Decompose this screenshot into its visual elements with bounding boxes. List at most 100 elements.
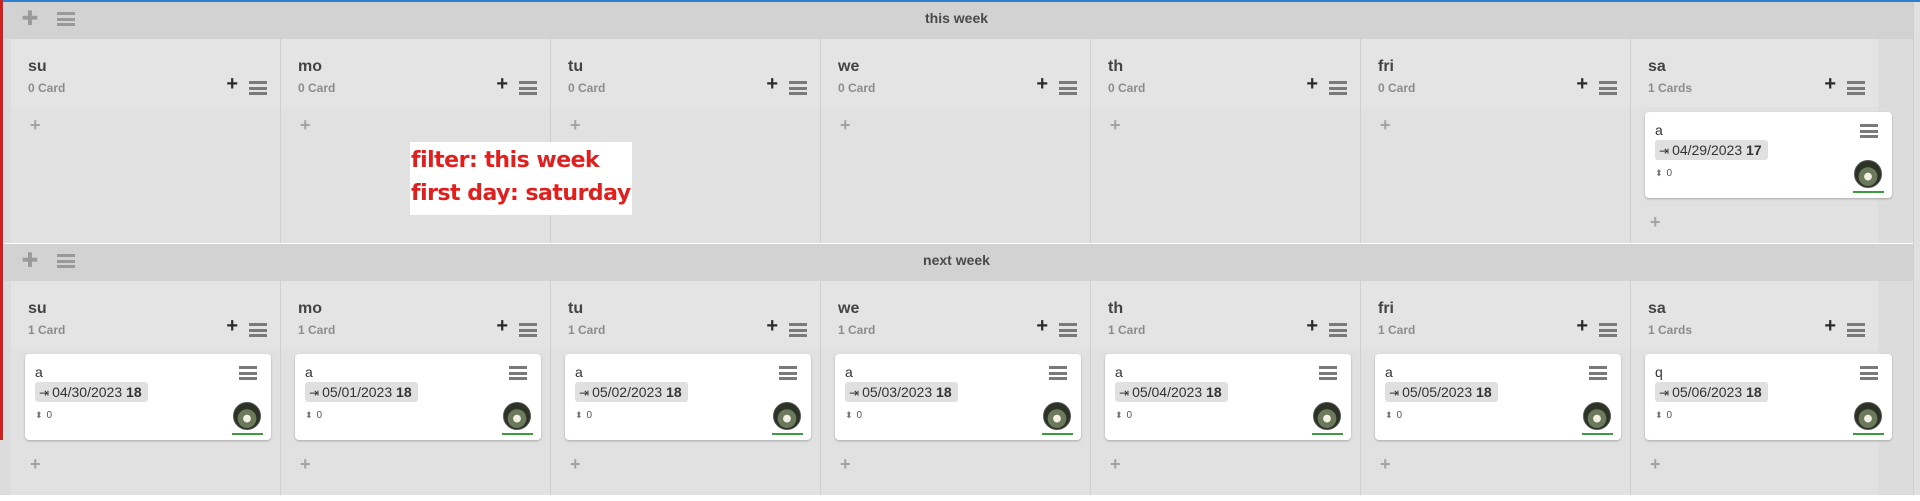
avatar[interactable] xyxy=(503,402,531,430)
list-th: th 0 Card + + xyxy=(1091,39,1361,243)
plus-icon[interactable]: + xyxy=(840,455,851,473)
list-header[interactable]: sa 1 Cards + xyxy=(1631,39,1878,107)
avatar[interactable] xyxy=(1854,160,1882,188)
plus-icon[interactable]: + xyxy=(1036,316,1048,336)
list-header[interactable]: th 0 Card + xyxy=(1091,39,1360,107)
minicard[interactable]: a ⇥ 05/03/2023 18 ⬍ 0 xyxy=(835,354,1081,440)
due-date-badge[interactable]: ⇥ 04/29/2023 17 xyxy=(1655,140,1768,160)
hamburger-icon[interactable] xyxy=(1059,81,1077,95)
list-header[interactable]: mo 0 Card + xyxy=(281,39,550,107)
hamburger-icon[interactable] xyxy=(249,81,267,95)
hamburger-icon[interactable] xyxy=(519,81,537,95)
plus-icon[interactable]: + xyxy=(30,455,41,473)
list-header[interactable]: fri 0 Card + xyxy=(1361,39,1630,107)
due-date-badge[interactable]: ⇥ 05/01/2023 18 xyxy=(305,382,418,402)
hamburger-icon[interactable] xyxy=(1599,81,1617,95)
plus-icon[interactable]: + xyxy=(496,316,508,336)
plus-icon[interactable]: + xyxy=(30,116,41,134)
avatar[interactable] xyxy=(773,402,801,430)
plus-icon[interactable]: + xyxy=(1824,74,1836,94)
hamburger-icon[interactable] xyxy=(789,81,807,95)
list-title: mo xyxy=(298,58,322,75)
hamburger-icon[interactable] xyxy=(239,366,257,380)
selection-left-border xyxy=(0,0,3,440)
hamburger-icon[interactable] xyxy=(1589,366,1607,380)
plus-icon[interactable]: + xyxy=(766,74,778,94)
plus-icon[interactable]: + xyxy=(766,316,778,336)
list-su: su 0 Card + + xyxy=(11,39,281,243)
hamburger-icon[interactable] xyxy=(1847,323,1865,337)
plus-icon[interactable]: + xyxy=(1306,74,1318,94)
minicard[interactable]: q ⇥ 05/06/2023 18 ⬍ 0 xyxy=(1645,354,1892,440)
minicard[interactable]: a ⇥ 04/29/2023 17 ⬍ 0 xyxy=(1645,112,1892,198)
minicard[interactable]: a ⇥ 05/02/2023 18 ⬍ 0 xyxy=(565,354,811,440)
hamburger-icon[interactable] xyxy=(789,323,807,337)
plus-icon[interactable]: + xyxy=(1110,455,1121,473)
list-header[interactable]: su 0 Card + xyxy=(11,39,280,107)
sort-icon: ⬍ xyxy=(305,410,313,421)
plus-icon[interactable]: + xyxy=(1576,74,1588,94)
plus-icon[interactable]: + xyxy=(226,74,238,94)
hamburger-icon[interactable] xyxy=(1059,323,1077,337)
avatar[interactable] xyxy=(233,402,261,430)
list-header[interactable]: su 1 Card + xyxy=(11,281,280,349)
plus-icon[interactable]: + xyxy=(1110,116,1121,134)
due-date: 05/03/2023 xyxy=(862,384,933,400)
hamburger-icon[interactable] xyxy=(1319,366,1337,380)
due-date-badge[interactable]: ⇥ 05/02/2023 18 xyxy=(575,382,688,402)
scrollbar[interactable] xyxy=(1913,2,1920,495)
hamburger-icon[interactable] xyxy=(1847,81,1865,95)
hamburger-icon[interactable] xyxy=(1329,323,1347,337)
plus-icon[interactable]: + xyxy=(1650,213,1661,231)
plus-icon[interactable]: + xyxy=(840,116,851,134)
list-header[interactable]: tu 0 Card + xyxy=(551,39,820,107)
hamburger-icon[interactable] xyxy=(1860,124,1878,138)
card-count: 1 Cards xyxy=(1648,81,1693,95)
plus-icon[interactable]: + xyxy=(300,116,311,134)
due-date-badge[interactable]: ⇥ 05/04/2023 18 xyxy=(1115,382,1228,402)
due-date-badge[interactable]: ⇥ 05/05/2023 18 xyxy=(1385,382,1498,402)
list-header[interactable]: fri 1 Card + xyxy=(1361,281,1630,349)
vote-count: ⬍ 0 xyxy=(1655,410,1672,421)
plus-icon[interactable]: + xyxy=(570,116,581,134)
list-header[interactable]: th 1 Card + xyxy=(1091,281,1360,349)
hamburger-icon[interactable] xyxy=(1599,323,1617,337)
hamburger-icon[interactable] xyxy=(1049,366,1067,380)
list-title: sa xyxy=(1648,300,1666,317)
minicard[interactable]: a ⇥ 04/30/2023 18 ⬍ 0 xyxy=(25,354,271,440)
avatar[interactable] xyxy=(1313,402,1341,430)
avatar[interactable] xyxy=(1043,402,1071,430)
list-header[interactable]: we 1 Card + xyxy=(821,281,1090,349)
due-date-badge[interactable]: ⇥ 05/06/2023 18 xyxy=(1655,382,1768,402)
avatar[interactable] xyxy=(1854,402,1882,430)
due-date-badge[interactable]: ⇥ 05/03/2023 18 xyxy=(845,382,958,402)
minicard[interactable]: a ⇥ 05/05/2023 18 ⬍ 0 xyxy=(1375,354,1621,440)
minicard[interactable]: a ⇥ 05/04/2023 18 ⬍ 0 xyxy=(1105,354,1351,440)
hamburger-icon[interactable] xyxy=(249,323,267,337)
minicard[interactable]: a ⇥ 05/01/2023 18 ⬍ 0 xyxy=(295,354,541,440)
plus-icon[interactable]: + xyxy=(1380,116,1391,134)
list-header[interactable]: tu 1 Card + xyxy=(551,281,820,349)
plus-icon[interactable]: + xyxy=(226,316,238,336)
plus-icon[interactable]: + xyxy=(1036,74,1048,94)
plus-icon[interactable]: + xyxy=(300,455,311,473)
list-header[interactable]: we 0 Card + xyxy=(821,39,1090,107)
hamburger-icon[interactable] xyxy=(779,366,797,380)
sign-in-icon: ⇥ xyxy=(1119,386,1130,400)
list-header[interactable]: sa 1 Cards + xyxy=(1631,281,1878,349)
plus-icon[interactable]: + xyxy=(1824,316,1836,336)
plus-icon[interactable]: + xyxy=(1306,316,1318,336)
due-date-badge[interactable]: ⇥ 04/30/2023 18 xyxy=(35,382,148,402)
hamburger-icon[interactable] xyxy=(1329,81,1347,95)
avatar[interactable] xyxy=(1583,402,1611,430)
hamburger-icon[interactable] xyxy=(1860,366,1878,380)
plus-icon[interactable]: + xyxy=(570,455,581,473)
list-header[interactable]: mo 1 Card + xyxy=(281,281,550,349)
plus-icon[interactable]: + xyxy=(1650,455,1661,473)
hamburger-icon[interactable] xyxy=(509,366,527,380)
plus-icon[interactable]: + xyxy=(496,74,508,94)
list-body: a ⇥ 05/01/2023 18 ⬍ 0 + xyxy=(281,349,550,495)
hamburger-icon[interactable] xyxy=(519,323,537,337)
plus-icon[interactable]: + xyxy=(1576,316,1588,336)
plus-icon[interactable]: + xyxy=(1380,455,1391,473)
